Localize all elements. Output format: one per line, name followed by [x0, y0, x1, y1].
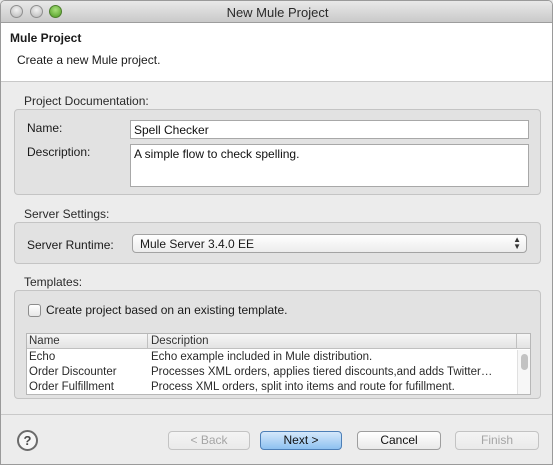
- templates-section-label: Templates:: [24, 275, 83, 289]
- wizard-header: Mule Project Create a new Mule project.: [1, 23, 552, 82]
- new-mule-project-dialog: New Mule Project Mule Project Create a n…: [0, 0, 553, 465]
- footer-separator: [1, 414, 552, 415]
- table-scrollbar[interactable]: [517, 350, 530, 394]
- scrollbar-thumb[interactable]: [521, 354, 528, 370]
- cancel-button[interactable]: Cancel: [357, 431, 441, 450]
- table-row[interactable]: Echo Echo example included in Mule distr…: [27, 350, 517, 365]
- template-checkbox[interactable]: [28, 304, 41, 317]
- column-header-name[interactable]: Name: [29, 335, 60, 347]
- column-divider: [147, 334, 148, 349]
- window-title: New Mule Project: [226, 5, 329, 20]
- template-description: Processes XML orders, applies tiered dis…: [151, 366, 493, 378]
- select-arrows-icon: ▲ ▼: [513, 235, 521, 251]
- name-field[interactable]: Spell Checker: [130, 120, 529, 139]
- template-name: Order Discounter: [29, 366, 117, 378]
- server-runtime-value: Mule Server 3.4.0 EE: [140, 237, 255, 251]
- page-description: Create a new Mule project.: [17, 53, 161, 67]
- template-description: Process XML orders, split into items and…: [151, 381, 455, 393]
- description-label: Description:: [27, 145, 91, 159]
- finish-button[interactable]: Finish: [455, 431, 539, 450]
- documentation-group: Name: Spell Checker Description: A simpl…: [14, 109, 541, 195]
- back-button[interactable]: < Back: [168, 431, 250, 450]
- server-section-label: Server Settings:: [24, 207, 110, 221]
- page-title: Mule Project: [10, 31, 82, 45]
- name-label: Name:: [27, 121, 63, 135]
- documentation-section-label: Project Documentation:: [24, 94, 149, 108]
- template-name: Order Fulfillment: [29, 381, 114, 393]
- template-checkbox-label[interactable]: Create project based on an existing temp…: [46, 303, 287, 317]
- help-icon[interactable]: ?: [17, 430, 38, 451]
- template-name: Echo: [29, 351, 56, 363]
- column-header-description[interactable]: Description: [151, 335, 209, 347]
- templates-group: Create project based on an existing temp…: [14, 290, 541, 399]
- table-row[interactable]: Order Fulfillment Process XML orders, sp…: [27, 380, 517, 394]
- description-field[interactable]: A simple flow to check spelling.: [130, 144, 529, 187]
- templates-table: Name Description Echo Echo example inclu…: [26, 333, 531, 395]
- table-row[interactable]: Order Discounter Processes XML orders, a…: [27, 365, 517, 380]
- server-runtime-label: Server Runtime:: [27, 238, 114, 252]
- title-bar: New Mule Project: [1, 1, 552, 23]
- template-description: Echo example included in Mule distributi…: [151, 351, 373, 363]
- column-divider: [516, 334, 517, 349]
- server-group: Server Runtime: Mule Server 3.4.0 EE ▲ ▼: [14, 222, 541, 264]
- next-button[interactable]: Next >: [260, 431, 342, 450]
- table-header: Name Description: [27, 334, 530, 349]
- server-runtime-select[interactable]: Mule Server 3.4.0 EE ▲ ▼: [132, 234, 527, 253]
